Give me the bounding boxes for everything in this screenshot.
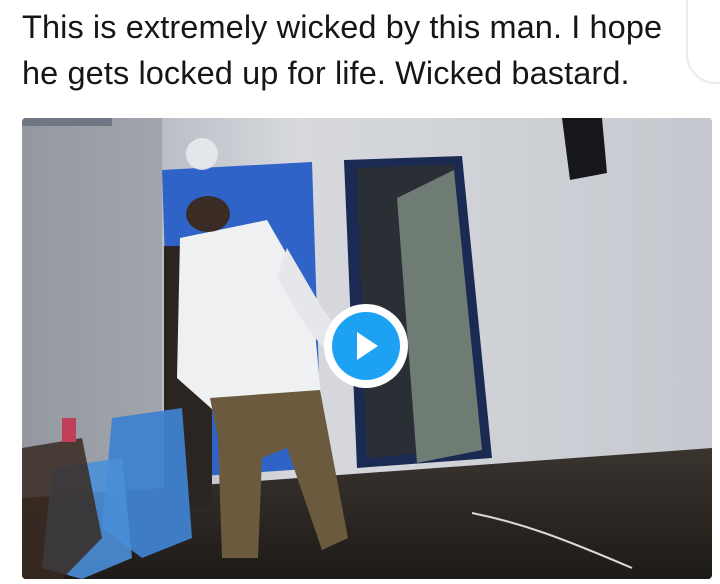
play-icon	[332, 312, 400, 380]
play-button[interactable]	[324, 304, 408, 388]
video-player[interactable]	[22, 118, 712, 579]
tweet-text: This is extremely wicked by this man. I …	[22, 9, 663, 91]
